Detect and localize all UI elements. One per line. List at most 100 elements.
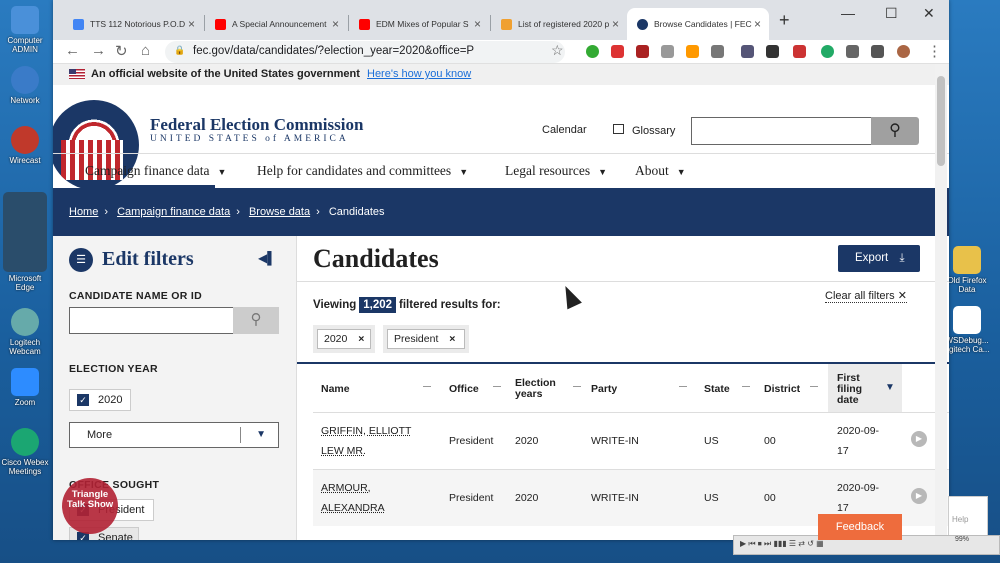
notification-popup: Help [948,496,988,538]
caret-icon: ▼ [459,167,469,177]
breadcrumb-campaign-finance[interactable]: Campaign finance data [117,206,230,218]
nav-legal-resources[interactable]: Legal resources ▼ [505,163,607,179]
close-icon[interactable]: × [188,17,195,31]
results-count: 1,202 [359,297,397,313]
home-button[interactable]: ⌂ [141,42,150,59]
col-header-party[interactable]: Party [591,384,617,395]
export-button[interactable]: Export ⤓ [838,245,920,272]
col-header-election-years[interactable]: Election years [515,378,565,400]
volume-level: 99% [954,536,969,543]
close-icon[interactable]: × [612,17,619,31]
feedback-button[interactable]: Feedback [818,514,902,540]
nav-campaign-finance-data[interactable]: Campaign finance data ▼ [85,163,226,179]
new-tab-button[interactable]: + [779,10,790,31]
caret-icon: ▼ [598,167,608,177]
filter-tag-box: President × [383,325,469,353]
col-header-state[interactable]: State [704,384,730,395]
glossary-link[interactable]: Glossary [613,124,675,137]
tab-list[interactable]: List of registered 2020 p × [491,8,627,40]
expand-row-icon[interactable]: ▶ [911,488,927,504]
election-year-checkbox[interactable]: 2020 [69,389,131,411]
playlist-icon[interactable] [871,45,884,58]
filter-icon: ☰ [69,248,93,272]
candidate-name-link[interactable]: ARMOUR, ALEXANDRA [321,478,401,518]
desktop-icon-wirecast[interactable]: Wirecast [0,126,50,165]
extension-icon[interactable] [821,45,834,58]
candidate-search-button[interactable]: ⚲ [233,307,279,334]
clear-all-filters-link[interactable]: Clear all filters ✕ [825,289,907,303]
col-header-district[interactable]: District [764,384,800,395]
candidate-name-label: CANDIDATE NAME OR ID [69,290,202,302]
nav-about[interactable]: About ▼ [635,163,686,179]
tab-announcement[interactable]: A Special Announcement × [205,8,347,40]
tab-edm[interactable]: EDM Mixes of Popular S × [349,8,489,40]
sort-desc-icon[interactable]: ▼ [885,382,895,393]
desktop-icon-firefox-data[interactable]: Old Firefox Data [942,246,992,294]
desktop-icon-webex[interactable]: Cisco Webex Meetings [0,428,50,476]
calendar-link[interactable]: Calendar [542,124,587,136]
youtube-icon [359,18,370,30]
tab-tts[interactable]: TTS 112 Notorious P.O.D × [63,8,203,40]
rss-icon[interactable] [686,45,699,58]
more-years-dropdown[interactable]: More [69,422,279,448]
collapse-filters-button[interactable]: ◀▌ [258,251,276,265]
caret-icon: ▼ [676,167,686,177]
breadcrumb-browse-data[interactable]: Browse data [249,206,310,218]
menu-icon[interactable]: ⋮ [927,42,942,60]
extension-icon[interactable] [636,45,649,58]
browser-toolbar: ← → ↻ ⌂ 🔒 fec.gov/data/candidates/?electi… [53,40,949,64]
page-scrollbar[interactable] [935,64,947,540]
candidate-name-input[interactable] [69,307,234,334]
extension-icon[interactable] [741,45,754,58]
search-icon: ⚲ [250,311,262,328]
download-icon: ⤓ [899,252,905,264]
nav-help-for-candidates[interactable]: Help for candidates and committees ▼ [257,163,468,179]
browser-window: TTS 112 Notorious P.O.D × A Special Annou… [53,0,949,540]
back-button[interactable]: ← [65,42,80,59]
desktop-icon-logitech[interactable]: Logitech Webcam [0,308,50,356]
close-icon[interactable]: × [474,17,481,31]
close-window-button[interactable]: ✕ [923,5,935,22]
table-row: GRIFFIN, ELLIOTT LEW MR. President 2020 … [313,412,949,469]
maximize-button[interactable]: ☐ [885,5,898,22]
puzzle-icon[interactable] [846,45,859,58]
reload-button[interactable]: ↻ [115,42,128,60]
media-controls[interactable]: ▶ ⏮ ⏹ ⏭ ▮▮▮ ☰ ⇄ ↺ ▦ [740,539,824,548]
google-docs-icon [73,18,84,30]
desktop-icon-wsdebug[interactable]: WSDebug... ogitech Ca... [942,306,992,354]
fec-icon [637,18,648,30]
gmail-icon[interactable] [611,45,624,58]
col-header-first-filing-date[interactable]: First filing date [837,373,877,406]
filter-tag-president[interactable]: President × [387,329,465,349]
extension-icon[interactable] [793,45,806,58]
info-icon[interactable] [766,45,779,58]
desktop-icon-network[interactable]: Network [0,66,50,105]
desktop-icon-computer[interactable]: Computer ADMIN [0,6,50,54]
col-header-name[interactable]: Name [321,384,350,395]
extension-icon[interactable] [711,45,724,58]
avatar[interactable] [897,45,910,58]
col-header-office[interactable]: Office [449,384,479,395]
filter-tag-box: 2020 × [313,325,375,353]
candidate-name-link[interactable]: GRIFFIN, ELLIOTT LEW MR. [321,421,433,461]
expand-row-icon[interactable]: ▶ [911,431,927,447]
filter-tag-2020[interactable]: 2020 × [317,329,371,349]
chat-icon[interactable] [661,45,674,58]
tab-browse-candidates[interactable]: Browse Candidates | FEC × [627,8,769,40]
address-bar[interactable]: 🔒 fec.gov/data/candidates/?election_year=… [165,41,565,63]
extension-icon[interactable] [586,45,599,58]
site-search-input[interactable] [691,117,873,145]
close-icon[interactable]: × [754,17,761,31]
remove-tag-icon: × [449,333,456,345]
breadcrumb-current: Candidates [328,206,385,218]
desktop-icon-zoom[interactable]: Zoom [0,368,50,407]
close-icon[interactable]: × [332,17,339,31]
bookmark-star-icon[interactable]: ☆ [551,42,564,59]
breadcrumb-home[interactable]: Home [69,206,98,218]
minimize-button[interactable]: — [841,5,855,21]
forward-button[interactable]: → [91,42,106,59]
site-search-button[interactable]: ⚲ [871,117,919,145]
election-year-label: ELECTION YEAR [69,363,158,375]
desktop-icon-edge[interactable]: Microsoft Edge [0,192,50,292]
fec-logo[interactable]: Federal Election Commission UNITED STATE… [53,64,393,144]
